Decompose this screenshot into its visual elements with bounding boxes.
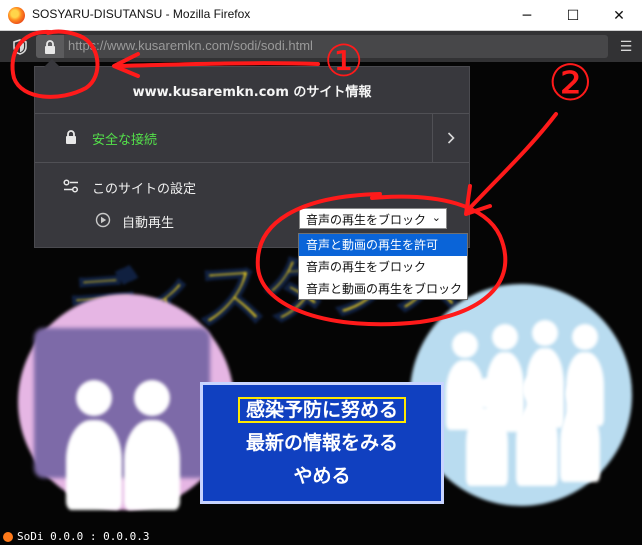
crowd-person-icon [492, 324, 518, 350]
person-icon [124, 420, 180, 510]
crowd-person-icon [516, 404, 558, 486]
close-button[interactable]: ✕ [596, 0, 642, 31]
tracking-protection-shield-icon[interactable] [10, 37, 30, 57]
crowd-person-icon [466, 408, 508, 486]
menu-item-infection-prevention[interactable]: 感染予防に努める [203, 395, 441, 423]
crowd-person-icon [532, 320, 558, 346]
autoplay-options-dropdown: 音声と動画の再生を許可 音声の再生をブロック 音声と動画の再生をブロック [298, 233, 468, 300]
secure-connection-label: 安全な接続 [92, 133, 158, 148]
crowd-person-icon [522, 374, 552, 404]
person-icon [76, 380, 112, 416]
autoplay-selected-value: 音声の再生をブロック [306, 213, 427, 227]
person-icon [134, 380, 170, 416]
url-text: https://www.kusaremkn.com/sodi/sodi.html [68, 38, 313, 53]
crowd-person-icon [572, 324, 598, 350]
autoplay-option-block-audio[interactable]: 音声の再生をブロック [299, 256, 467, 278]
crowd-person-icon [452, 332, 478, 358]
lock-icon [45, 39, 55, 54]
sodi-logo-icon [3, 531, 13, 542]
maximize-button[interactable]: ☐ [550, 0, 596, 31]
autoplay-label: 自動再生 [122, 216, 175, 231]
crowd-person-icon [560, 408, 600, 482]
window-title: SOSYARU-DISUTANSU - Mozilla Firefox [32, 7, 251, 21]
open-menu-hamburger-icon[interactable]: ☰ [616, 37, 636, 57]
crowd-person-icon [566, 380, 594, 408]
url-bar[interactable]: https://www.kusaremkn.com/sodi/sodi.html [36, 35, 608, 58]
site-permissions-settings-icon [63, 179, 79, 193]
menu-item-quit[interactable]: やめる [203, 461, 441, 488]
crowd-person-icon [472, 378, 502, 408]
game-menu: 感染予防に努める 最新の情報をみる やめる [200, 382, 444, 504]
lock-icon [66, 130, 76, 144]
autoplay-icon [95, 212, 111, 228]
secure-connection-row[interactable]: 安全な接続 [35, 114, 469, 162]
chevron-down-icon: ⌄ [431, 211, 441, 224]
person-icon [66, 420, 122, 510]
left-scene-background [34, 328, 210, 478]
chevron-right-icon [447, 132, 455, 144]
site-info-header: www.kusaremkn.com のサイト情報 [132, 84, 372, 100]
navigation-toolbar: https://www.kusaremkn.com/sodi/sodi.html… [0, 31, 642, 62]
autoplay-permission-select[interactable]: 音声の再生をブロック ⌄ [299, 208, 447, 229]
secure-connection-details-button[interactable] [432, 114, 469, 162]
version-text: SoDi 0.0.0 : 0.0.0.3 [17, 530, 150, 543]
site-info-panel: www.kusaremkn.com のサイト情報 安全な接続 このサイトの設定 … [34, 59, 470, 248]
divider [35, 162, 469, 163]
menu-item-latest-info[interactable]: 最新の情報をみる [203, 428, 441, 455]
autoplay-option-allow-audio-video[interactable]: 音声と動画の再生を許可 [299, 234, 467, 256]
minimize-button[interactable]: ─ [504, 0, 550, 31]
autoplay-option-block-audio-video[interactable]: 音声と動画の再生をブロック [299, 278, 467, 300]
firefox-logo-icon [8, 7, 25, 24]
window-title-bar: SOSYARU-DISUTANSU - Mozilla Firefox ─ ☐ … [0, 0, 642, 31]
version-label: SoDi 0.0.0 : 0.0.0.3 [0, 528, 149, 545]
site-info-lock-button[interactable] [36, 35, 64, 58]
site-settings-heading: このサイトの設定 [92, 182, 197, 197]
